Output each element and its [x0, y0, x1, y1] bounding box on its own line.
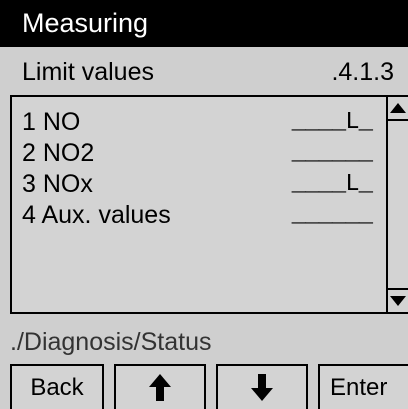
item-label: 1 NO	[22, 108, 81, 136]
scrollbar[interactable]	[386, 97, 408, 312]
down-arrow-icon	[251, 374, 273, 401]
status-path: ./Diagnosis/Status	[10, 328, 212, 356]
item-label: 2 NO2	[22, 139, 95, 167]
item-limit-status: ____L_	[291, 171, 373, 198]
list-item-aux-values[interactable]: 4 Aux. values ______	[22, 200, 382, 231]
limit-values-list: 1 NO ____L_ 2 NO2 ______ 3 NOx ____L_ 4 …	[10, 95, 408, 314]
list-item-no[interactable]: 1 NO ____L_	[22, 107, 382, 138]
screen-title: Measuring	[0, 0, 408, 47]
item-limit-status: ______	[291, 140, 373, 167]
down-button[interactable]	[216, 364, 308, 409]
list-item-no2[interactable]: 2 NO2 ______	[22, 138, 382, 169]
back-button[interactable]: Back	[10, 364, 104, 409]
item-limit-status: ______	[291, 202, 373, 229]
menu-number: .4.1.3	[331, 58, 394, 86]
item-limit-status: ____L_	[291, 109, 373, 136]
item-label: 3 NOx	[22, 170, 93, 198]
list-item-nox[interactable]: 3 NOx ____L_	[22, 169, 382, 200]
enter-button[interactable]: Enter	[318, 364, 408, 409]
menu-header-label: Limit values	[22, 58, 154, 86]
scroll-up-button[interactable]	[388, 97, 408, 121]
scroll-track[interactable]	[388, 121, 408, 288]
scroll-down-icon	[390, 296, 406, 306]
scroll-up-icon	[390, 103, 406, 113]
scroll-down-button[interactable]	[388, 288, 408, 312]
menu-header: Limit values .4.1.3	[0, 49, 408, 95]
item-label: 4 Aux. values	[22, 201, 171, 229]
up-arrow-icon	[149, 374, 171, 401]
up-button[interactable]	[114, 364, 206, 409]
